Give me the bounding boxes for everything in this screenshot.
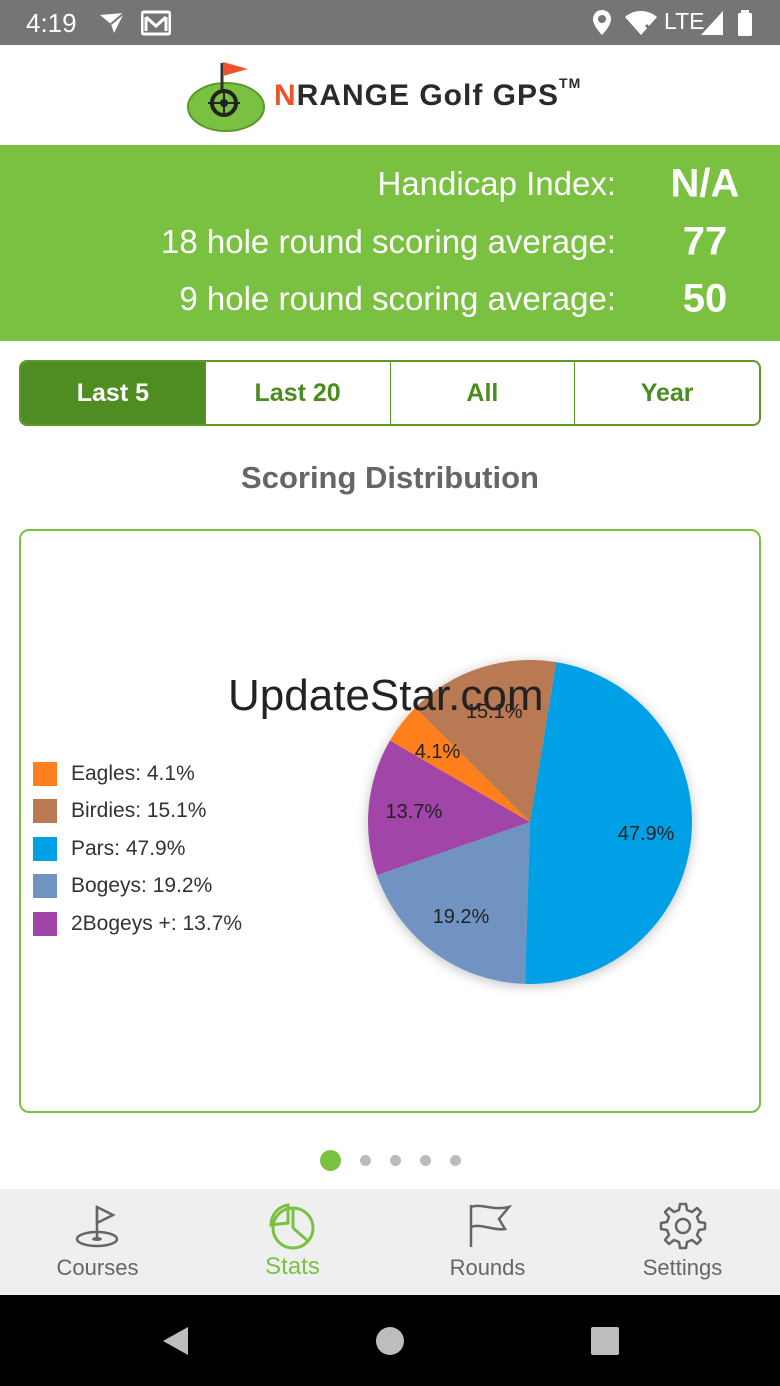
avg18-value: 77 (682, 219, 728, 264)
system-nav-bar (0, 1295, 780, 1386)
page-indicator (0, 1149, 780, 1171)
app-logo-icon (187, 62, 265, 132)
back-triangle-icon (163, 1326, 188, 1355)
avg9-row: 9 hole round scoring average: 50 (0, 271, 780, 327)
chart-card[interactable]: Eagles: 4.1% Birdies: 15.1% Pars: 47.9% Bog… (19, 529, 761, 1113)
tab-courses[interactable]: Courses (0, 1189, 195, 1295)
bottom-tab-bar: Courses Stats Rounds Settings (0, 1189, 780, 1295)
tab-rounds[interactable]: Rounds (390, 1189, 585, 1295)
filter-all[interactable]: All (389, 362, 575, 424)
pie-slice-label: 13.7% (386, 801, 443, 823)
avg9-label: 9 hole round scoring average: (179, 280, 616, 317)
network-type: LTE (664, 8, 705, 34)
flag-icon (469, 1204, 512, 1247)
tab-courses-label: Courses (56, 1255, 139, 1280)
pie-slice-label: 47.9% (618, 823, 675, 845)
stats-banner: Handicap Index: N/A 18 hole round scorin… (0, 145, 780, 341)
status-bar: 4:19 LTE (0, 0, 780, 45)
watermark: UpdateStar.com (228, 671, 544, 720)
handicap-value: N/A (670, 161, 740, 206)
airplane-arrow-icon (100, 12, 125, 33)
home-button[interactable] (365, 1295, 415, 1386)
back-button[interactable] (150, 1295, 200, 1386)
signal-icon (701, 11, 723, 35)
status-time: 4:19 (26, 8, 77, 38)
filter-last-20[interactable]: Last 20 (204, 362, 390, 424)
tab-settings-label: Settings (642, 1255, 723, 1280)
page-dot[interactable] (319, 1149, 341, 1171)
page-dot[interactable] (359, 1154, 371, 1166)
app-header: NRANGE Golf GPSTM (0, 45, 780, 145)
app-title: NRANGE Golf GPSTM (274, 75, 581, 113)
page-dot[interactable] (449, 1154, 461, 1166)
gmail-icon (141, 10, 171, 36)
location-icon (593, 10, 611, 35)
period-filter: Last 5 Last 20 All Year (19, 360, 761, 426)
pie-chart-icon (268, 1203, 314, 1250)
avg9-value: 50 (682, 276, 728, 321)
handicap-row: Handicap Index: N/A (0, 156, 780, 212)
recents-square-icon (591, 1326, 619, 1355)
wifi-icon (625, 11, 657, 35)
app-title-text: RANGE Golf GPS (296, 79, 560, 112)
handicap-label: Handicap Index: (377, 165, 617, 202)
page-dot[interactable] (389, 1154, 401, 1166)
tab-stats-label: Stats (265, 1253, 320, 1280)
tab-rounds-label: Rounds (449, 1255, 526, 1280)
tab-stats[interactable]: Stats (195, 1189, 390, 1295)
golf-hole-icon (75, 1204, 118, 1248)
pie-slice-label: 4.1% (415, 741, 461, 763)
filter-year[interactable]: Year (574, 362, 759, 424)
home-circle-icon (376, 1326, 404, 1355)
avg18-row: 18 hole round scoring average: 77 (0, 214, 780, 270)
gear-icon (659, 1202, 706, 1250)
trademark: TM (559, 75, 582, 91)
page-dot[interactable] (419, 1154, 431, 1166)
battery-icon (738, 10, 752, 36)
tab-settings[interactable]: Settings (585, 1189, 780, 1295)
app-title-n: N (274, 79, 297, 112)
avg18-label: 18 hole round scoring average: (161, 223, 616, 260)
section-title: Scoring Distribution (241, 460, 539, 495)
filter-last-5[interactable]: Last 5 (21, 362, 205, 424)
pie-slice-label: 19.2% (433, 906, 490, 928)
pie-chart: 47.9%19.2%13.7%4.1%15.1% (367, 660, 692, 984)
recents-button[interactable] (580, 1295, 630, 1386)
